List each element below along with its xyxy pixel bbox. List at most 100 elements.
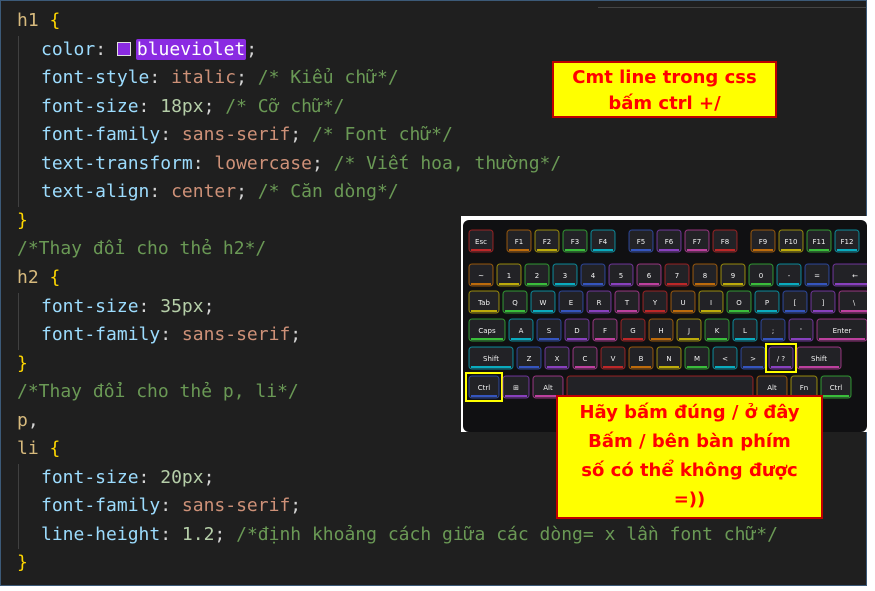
keyboard-key: 3: [552, 263, 578, 287]
keyboard-key: 2: [524, 263, 550, 287]
keyboard-key: H: [648, 318, 674, 342]
code-token: /*định khoảng cách giữa các dòng= x lần …: [236, 523, 778, 545]
code-token: /* Cỡ chữ*/: [225, 95, 345, 117]
code-token: li: [17, 438, 39, 460]
code-token: 1.2: [181, 523, 215, 545]
keyboard-key: 4: [580, 263, 606, 287]
keyboard-key: 1: [496, 263, 522, 287]
code-line[interactable]: h1 {: [17, 7, 60, 35]
code-line[interactable]: h2 {: [17, 264, 60, 292]
keyboard-key: <: [712, 346, 738, 370]
code-line[interactable]: li {: [17, 435, 60, 463]
svg-text:B: B: [639, 355, 644, 363]
svg-text:⊞: ⊞: [513, 384, 519, 392]
code-token: 20px: [160, 466, 204, 488]
annotation-line: Hãy bấm đúng / ở đây: [579, 402, 800, 423]
svg-text:4: 4: [591, 272, 596, 280]
code-token: :: [138, 95, 161, 117]
indent-guide: [18, 463, 19, 550]
keyboard-key: L: [732, 318, 758, 342]
code-token: :: [160, 324, 182, 346]
code-token: sans-serif: [181, 495, 291, 517]
code-token: ;: [203, 95, 226, 117]
keyboard-key: ': [788, 318, 814, 342]
code-line[interactable]: font-size: 20px;: [17, 464, 214, 492]
keyboard-key: F10: [778, 229, 804, 253]
svg-text:Alt: Alt: [543, 384, 553, 392]
svg-text:N: N: [666, 355, 671, 363]
svg-text:Ctrl: Ctrl: [478, 384, 491, 392]
keyboard-key: F11: [806, 229, 832, 253]
code-line[interactable]: font-style: italic; /* Kiểu chữ*/: [17, 64, 399, 92]
keyboard-key: E: [558, 290, 584, 314]
code-token: ;: [236, 181, 258, 203]
code-token: font-style: [41, 67, 150, 89]
code-line[interactable]: }: [17, 350, 28, 378]
code-line[interactable]: font-size: 18px; /* Cỡ chữ*/: [17, 93, 345, 121]
code-line[interactable]: line-height: 1.2; /*định khoảng cách giữ…: [17, 521, 778, 549]
svg-text:J: J: [687, 327, 690, 335]
code-line[interactable]: /*Thay đổi cho thẻ h2*/: [17, 235, 266, 263]
keyboard-key: W: [530, 290, 556, 314]
code-line[interactable]: /*Thay đổi cho thẻ p, li*/: [17, 378, 299, 406]
keyboard-key: T: [614, 290, 640, 314]
keyboard-key: F: [592, 318, 618, 342]
keyboard-key: B: [628, 346, 654, 370]
svg-text:F3: F3: [571, 238, 579, 246]
code-token: ;: [214, 523, 237, 545]
code-line[interactable]: color: blueviolet;: [17, 36, 257, 64]
keyboard-key: F7: [684, 229, 710, 253]
svg-text:2: 2: [535, 272, 539, 280]
code-token: ;: [311, 152, 334, 174]
keyboard-key: ⊞: [502, 375, 530, 399]
code-line[interactable]: }: [17, 549, 28, 577]
code-line[interactable]: }: [17, 207, 28, 235]
keyboard-key: F3: [562, 229, 588, 253]
code-token: h2: [17, 266, 39, 288]
keyboard-key: 7: [664, 263, 690, 287]
keyboard-key: / ?: [768, 346, 794, 370]
svg-text:Esc: Esc: [475, 238, 487, 246]
svg-text:M: M: [694, 355, 700, 363]
code-token: sans-serif: [181, 124, 291, 146]
svg-text:1: 1: [507, 272, 511, 280]
code-line[interactable]: font-family: sans-serif;: [17, 492, 301, 520]
svg-text:/ ?: / ?: [777, 355, 786, 363]
code-line[interactable]: text-transform: lowercase; /* Viết hoa, …: [17, 150, 561, 178]
svg-text:W: W: [540, 299, 547, 307]
svg-text:R: R: [597, 299, 602, 307]
keyboard-key: D: [564, 318, 590, 342]
svg-text:K: K: [715, 327, 720, 335]
code-token: font-size: [41, 95, 139, 117]
svg-text:L: L: [743, 327, 747, 335]
code-token: /* Font chữ*/: [311, 124, 453, 146]
code-token: font-size: [41, 295, 139, 317]
svg-text:I: I: [710, 299, 712, 307]
code-line[interactable]: font-family: sans-serif; /* Font chữ*/: [17, 121, 453, 149]
code-token: sans-serif: [181, 324, 291, 346]
code-line[interactable]: text-align: center; /* Căn dòng*/: [17, 178, 399, 206]
code-line[interactable]: font-family: sans-serif;: [17, 321, 301, 349]
keyboard-key: Caps: [468, 318, 506, 342]
svg-text:H: H: [658, 327, 663, 335]
code-line[interactable]: p,: [17, 407, 39, 435]
code-token: line-height: [41, 523, 161, 545]
keyboard-key: 8: [692, 263, 718, 287]
code-token: 18px: [160, 95, 204, 117]
svg-text:F11: F11: [813, 238, 826, 246]
svg-text:F1: F1: [515, 238, 523, 246]
code-token: color: [41, 38, 96, 60]
code-token: {: [49, 438, 61, 460]
svg-text:F4: F4: [599, 238, 608, 246]
svg-text:[: [: [794, 299, 797, 307]
code-token: :: [160, 124, 182, 146]
annotation-slash-key-tip: Hãy bấm đúng / ở đây Bấm / bên bàn phím …: [556, 395, 823, 519]
color-swatch-icon[interactable]: [116, 41, 131, 56]
svg-text:A: A: [519, 327, 524, 335]
svg-text:Caps: Caps: [478, 327, 496, 335]
code-line[interactable]: font-size: 35px;: [17, 293, 214, 321]
code-token: /*Thay đổi cho thẻ p, li*/: [17, 381, 299, 403]
